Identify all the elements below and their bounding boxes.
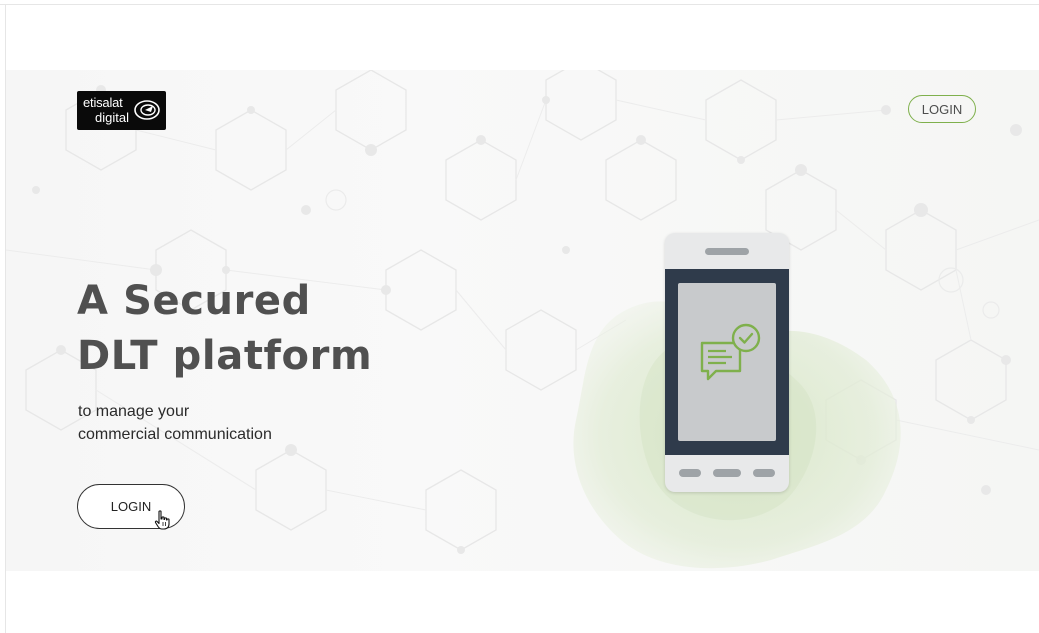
- phone-button-center: [713, 469, 741, 477]
- phone-button-right: [753, 469, 775, 477]
- header-login-button[interactable]: LOGIN: [908, 95, 976, 123]
- page: etisalat digital LOGIN A Secured DLT pla…: [0, 0, 1039, 633]
- headline-line-1: A Secured: [77, 278, 311, 324]
- chat-check-icon: [700, 323, 761, 381]
- logo-text-digital: digital: [95, 110, 129, 125]
- etisalat-digital-logo[interactable]: etisalat digital: [77, 91, 166, 130]
- phone-button-left: [679, 469, 701, 477]
- etisalat-swirl-icon: [134, 100, 160, 120]
- subtitle-line-1: to manage your: [78, 403, 190, 420]
- headline-line-2: DLT platform: [77, 333, 373, 379]
- subtitle-line-2: commercial communication: [78, 426, 272, 443]
- phone-speaker: [705, 248, 749, 255]
- logo-text-etisalat: etisalat: [83, 95, 123, 110]
- hero-subtitle: to manage your commercial communication: [78, 400, 272, 446]
- hand-pointer-icon: [154, 510, 170, 530]
- hero-section: etisalat digital LOGIN A Secured DLT pla…: [6, 70, 1039, 571]
- hero-headline: A Secured DLT platform: [77, 274, 372, 384]
- top-border: [0, 4, 1039, 5]
